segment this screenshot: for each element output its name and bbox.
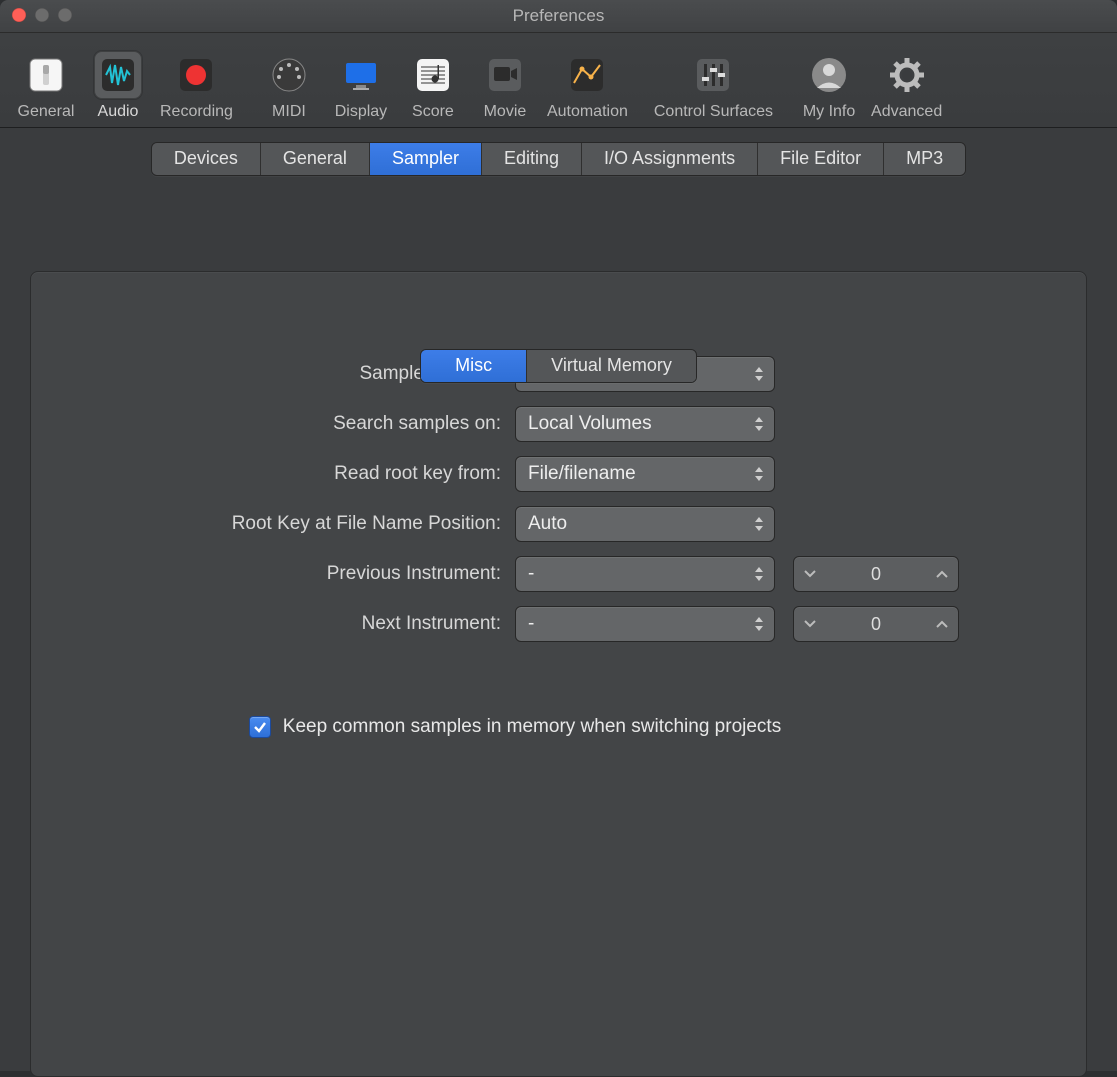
root-key-pos-popup[interactable]: Auto — [515, 506, 775, 542]
toolbar-label: MIDI — [272, 103, 306, 121]
toolbar-label: Control Surfaces — [654, 103, 773, 121]
waveform-icon — [94, 51, 142, 99]
toolbar-score[interactable]: Score — [397, 49, 469, 123]
next-instrument-popup[interactable]: - — [515, 606, 775, 642]
titlebar: Preferences — [0, 0, 1117, 33]
chevron-up-icon[interactable] — [936, 570, 948, 578]
toolbar-label: General — [18, 103, 75, 121]
midi-icon — [265, 51, 313, 99]
keep-common-checkbox[interactable] — [249, 716, 271, 738]
tab-editing[interactable]: Editing — [482, 143, 582, 175]
next-instrument-label: Next Instrument: — [71, 613, 501, 635]
toolbar-label: My Info — [803, 103, 855, 121]
read-root-popup[interactable]: File/filename — [515, 456, 775, 492]
prev-instrument-popup[interactable]: - — [515, 556, 775, 592]
window-controls — [12, 8, 72, 22]
next-instrument-value: - — [528, 613, 534, 635]
toolbar-automation[interactable]: Automation — [541, 49, 634, 123]
tab-devices[interactable]: Devices — [152, 143, 261, 175]
tab-general[interactable]: General — [261, 143, 370, 175]
search-samples-popup[interactable]: Local Volumes — [515, 406, 775, 442]
minimize-button[interactable] — [35, 8, 49, 22]
toolbar-control-surfaces[interactable]: Control Surfaces — [648, 49, 779, 123]
search-samples-value: Local Volumes — [528, 413, 652, 435]
next-instrument-number: 0 — [816, 614, 936, 635]
toolbar-label: Audio — [98, 103, 139, 121]
chevron-updown-icon — [750, 557, 768, 591]
movie-icon — [481, 51, 529, 99]
body: Devices General Sampler Editing I/O Assi… — [0, 128, 1117, 1071]
toolbar-recording[interactable]: Recording — [154, 49, 239, 123]
record-icon — [172, 51, 220, 99]
toolbar-label: Recording — [160, 103, 233, 121]
toolbar-display[interactable]: Display — [325, 49, 397, 123]
tab-file-editor[interactable]: File Editor — [758, 143, 884, 175]
chevron-updown-icon — [750, 407, 768, 441]
toolbar-midi[interactable]: MIDI — [253, 49, 325, 123]
close-button[interactable] — [12, 8, 26, 22]
next-instrument-stepper[interactable]: 0 — [793, 606, 959, 642]
tab-sampler[interactable]: Sampler — [370, 143, 482, 175]
tab-virtual-memory[interactable]: Virtual Memory — [527, 350, 696, 382]
sampler-tabs: Misc Virtual Memory — [420, 349, 697, 383]
toolbar-audio[interactable]: Audio — [82, 49, 154, 123]
keep-common-label: Keep common samples in memory when switc… — [283, 716, 781, 738]
toolbar-label: Automation — [547, 103, 628, 121]
toolbar: General Audio Recording MIDI Displ — [0, 33, 1117, 128]
toolbar-general[interactable]: General — [10, 49, 82, 123]
prev-instrument-value: - — [528, 563, 534, 585]
read-root-value: File/filename — [528, 463, 636, 485]
read-root-label: Read root key from: — [71, 463, 501, 485]
chevron-updown-icon — [750, 507, 768, 541]
chevron-down-icon[interactable] — [804, 570, 816, 578]
audio-tabs: Devices General Sampler Editing I/O Assi… — [151, 142, 966, 176]
tab-io-assignments[interactable]: I/O Assignments — [582, 143, 758, 175]
tab-mp3[interactable]: MP3 — [884, 143, 965, 175]
root-key-pos-value: Auto — [528, 513, 567, 535]
toolbar-label: Movie — [484, 103, 527, 121]
faders-icon — [689, 51, 737, 99]
toolbar-my-info[interactable]: My Info — [793, 49, 865, 123]
prev-instrument-stepper[interactable]: 0 — [793, 556, 959, 592]
root-key-pos-label: Root Key at File Name Position: — [71, 513, 501, 535]
display-icon — [337, 51, 385, 99]
settings-panel: Sample Storage: Original Search samples … — [30, 271, 1087, 1077]
prev-instrument-number: 0 — [816, 564, 936, 585]
preferences-window: Preferences General Audio Recording — [0, 0, 1117, 1035]
person-icon — [805, 51, 853, 99]
toolbar-label: Display — [335, 103, 387, 121]
chevron-updown-icon — [750, 607, 768, 641]
toolbar-label: Score — [412, 103, 454, 121]
toolbar-advanced[interactable]: Advanced — [865, 49, 948, 123]
score-icon — [409, 51, 457, 99]
chevron-updown-icon — [750, 457, 768, 491]
zoom-button[interactable] — [58, 8, 72, 22]
gear-icon — [883, 51, 931, 99]
search-samples-label: Search samples on: — [71, 413, 501, 435]
switch-icon — [22, 51, 70, 99]
window-title: Preferences — [0, 6, 1117, 26]
automation-icon — [563, 51, 611, 99]
prev-instrument-label: Previous Instrument: — [71, 563, 501, 585]
toolbar-label: Advanced — [871, 103, 942, 121]
toolbar-movie[interactable]: Movie — [469, 49, 541, 123]
chevron-down-icon[interactable] — [804, 620, 816, 628]
chevron-up-icon[interactable] — [936, 620, 948, 628]
tab-misc[interactable]: Misc — [421, 350, 527, 382]
